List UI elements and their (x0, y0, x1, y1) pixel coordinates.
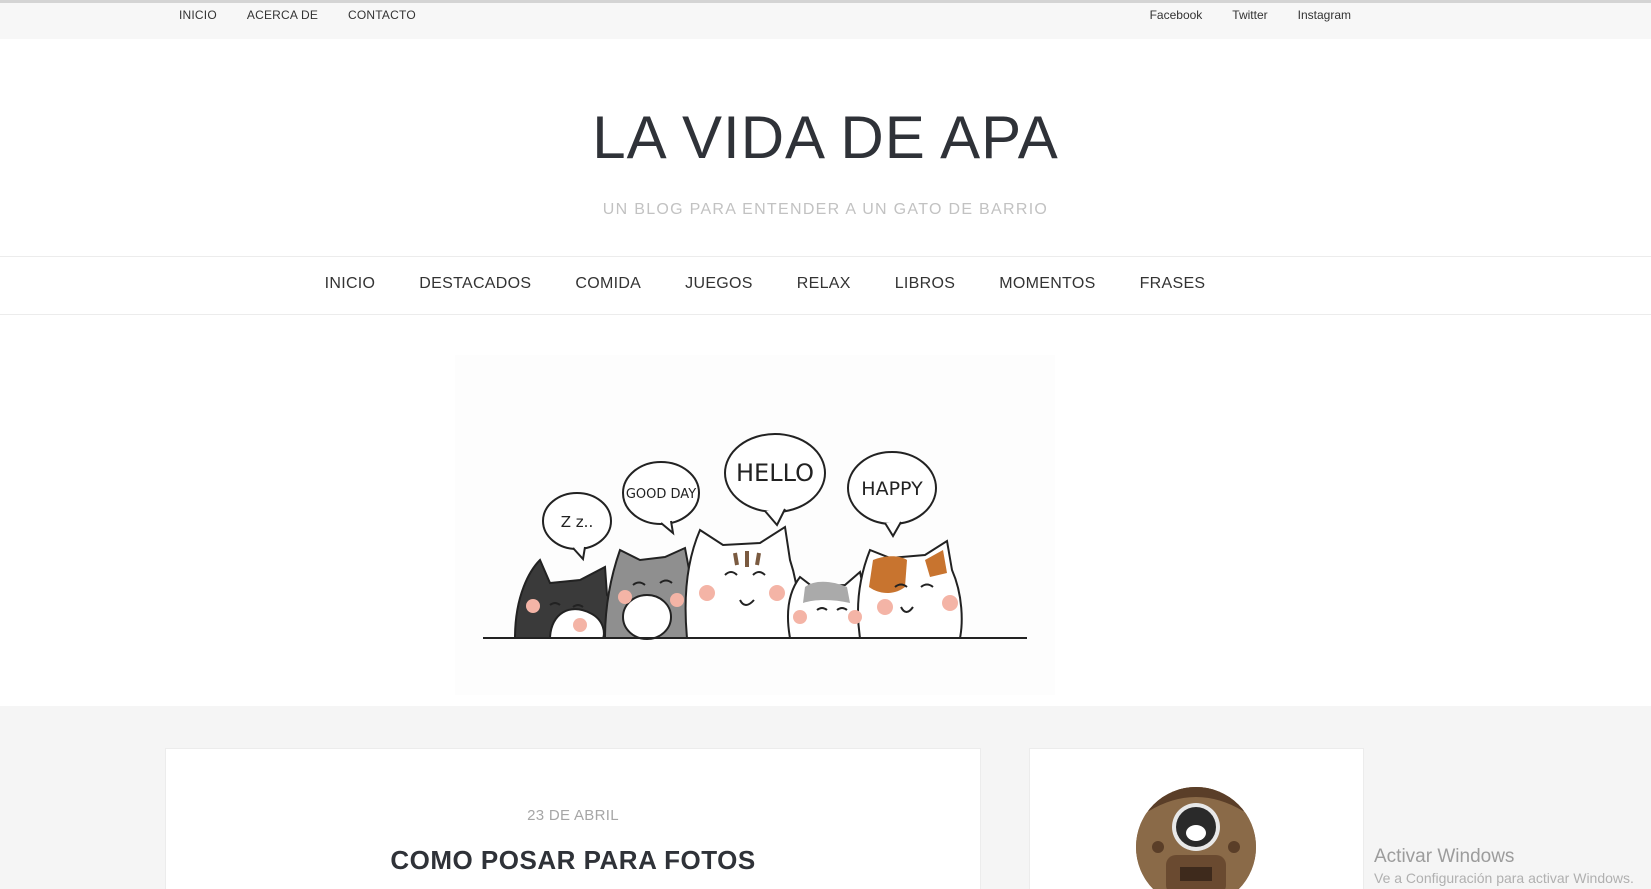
nav-item-destacados[interactable]: DESTACADOS (419, 275, 531, 293)
post-date: 23 DE ABRIL (527, 807, 619, 824)
bubble-zzz-text: Z z.. (561, 513, 593, 531)
social-link-instagram[interactable]: Instagram (1298, 8, 1351, 22)
site-tagline: UN BLOG PARA ENTENDER A UN GATO DE BARRI… (602, 201, 1049, 218)
bubble-happy-text: HAPPY (861, 478, 923, 500)
avatar (1136, 787, 1256, 889)
hero-banner: Z z.. GOOD DAY HELLO HAPPY (0, 315, 1651, 706)
windows-activation-watermark: Activar Windows Ve a Configuración para … (1374, 846, 1634, 886)
sidebar-card (1029, 748, 1364, 889)
nav-item-frases[interactable]: FRASES (1140, 275, 1206, 293)
nav-item-comida[interactable]: COMIDA (575, 275, 641, 293)
activation-title: Activar Windows (1374, 846, 1515, 867)
top-link-acerca-de[interactable]: ACERCA DE (247, 8, 318, 22)
cats-illustration: Z z.. GOOD DAY HELLO HAPPY (455, 355, 1055, 695)
cat-avatar-image (1136, 787, 1256, 889)
nav-item-libros[interactable]: LIBROS (895, 275, 956, 293)
social-link-twitter[interactable]: Twitter (1232, 8, 1267, 22)
social-link-facebook[interactable]: Facebook (1150, 8, 1203, 22)
top-nav-left: INICIO ACERCA DE CONTACTO (179, 8, 446, 22)
social-links: Facebook Twitter Instagram (1120, 8, 1351, 22)
top-link-inicio[interactable]: INICIO (179, 8, 217, 22)
site-title[interactable]: LA VIDA DE APA (0, 103, 1651, 172)
main-nav: INICIO DESTACADOS COMIDA JUEGOS RELAX LI… (0, 256, 1651, 315)
site-header: LA VIDA DE APA UN BLOG PARA ENTENDER A U… (0, 39, 1651, 256)
top-bar: INICIO ACERCA DE CONTACTO Facebook Twitt… (0, 3, 1651, 39)
post-title[interactable]: COMO POSAR PARA FOTOS (166, 845, 980, 876)
activation-subtitle: Ve a Configuración para activar Windows. (1374, 870, 1634, 886)
cat-white-striped (684, 525, 800, 639)
nav-item-juegos[interactable]: JUEGOS (685, 275, 753, 293)
nav-item-relax[interactable]: RELAX (797, 275, 851, 293)
bubble-good-day-text: GOOD DAY (626, 487, 696, 502)
nav-item-momentos[interactable]: MOMENTOS (999, 275, 1095, 293)
bubble-hello-text: HELLO (736, 459, 814, 487)
nav-item-inicio[interactable]: INICIO (325, 275, 376, 293)
top-link-contacto[interactable]: CONTACTO (348, 8, 416, 22)
post-card: 23 DE ABRIL COMO POSAR PARA FOTOS (165, 748, 981, 889)
